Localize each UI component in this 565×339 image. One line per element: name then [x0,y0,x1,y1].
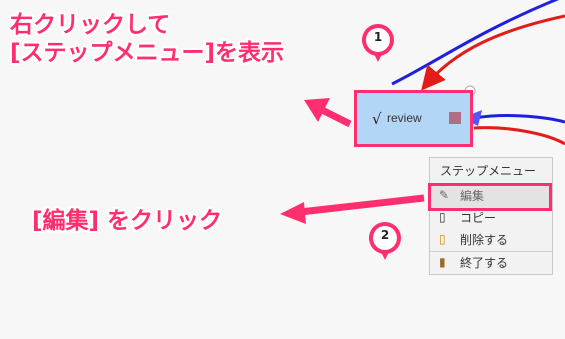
menu-item-delete[interactable]: ▯ 削除する [430,229,552,251]
instruction-click-edit: [編集] をクリック [32,208,223,234]
door-icon: ▮ [439,255,446,269]
page-icon: ▯ [439,210,446,224]
step-badge-1: 1 [362,24,394,62]
menu-item-label: 終了する [460,256,509,270]
callout-arrowhead-edit [280,202,306,224]
callout-arrow-to-node [320,106,352,128]
step-badge-number: 1 [373,30,383,44]
menu-title: ステップメニュー [430,158,552,185]
menu-item-label: 削除する [460,233,509,247]
check-icon: √ [372,110,382,128]
workflow-step-node[interactable]: √ review [354,90,473,147]
menu-item-finish[interactable]: ▮ 終了する [430,251,552,274]
delete-page-icon: ▯ [439,232,446,246]
step-node-label: review [387,111,422,125]
instruction-open-step-menu: 右クリックして [ステップメニュー]を表示 [10,12,285,66]
edit-highlight-box [428,183,552,211]
callout-arrow-to-edit [299,194,425,216]
node-connector-handle[interactable] [449,112,461,124]
step-badge-2: 2 [369,222,401,260]
step-badge-number: 2 [380,228,390,242]
step-context-menu: ステップメニュー ✎ 編集 ▯ コピー ▯ 削除する ▮ 終了する [429,157,553,275]
menu-item-label: コピー [460,211,497,225]
